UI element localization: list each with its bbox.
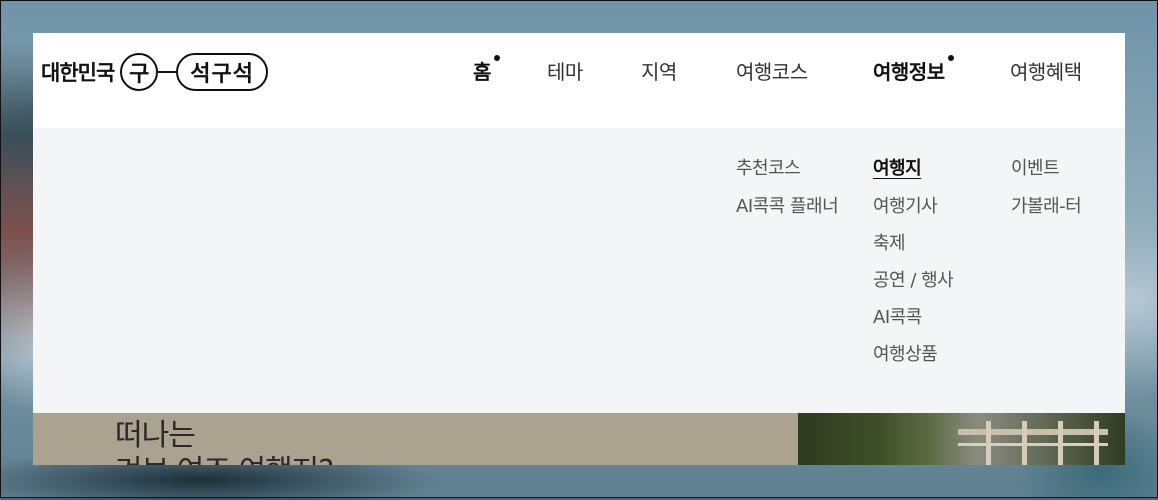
pavilion-post [1022,421,1027,465]
submenu-festival[interactable]: 축제 [873,229,906,255]
pavilion-rail [958,443,1108,446]
logo-pill: 석구석 [176,53,269,91]
site-logo[interactable]: 대한민국 구 석구석 [41,49,269,95]
hero-photo [798,413,1125,465]
pavilion-post [1094,421,1099,465]
submenu-recommended-course[interactable]: 추천코스 [736,154,801,180]
hero-title-line2: 겨보 여즈 여행지? [115,453,334,465]
logo-text: 대한민국 [41,61,115,85]
logo-connector [158,71,177,73]
submenu-gabollaeteo[interactable]: 가볼래-터 [1011,192,1082,218]
submenu-performance-event[interactable]: 공연 / 행사 [873,266,954,292]
submenu-destination[interactable]: 여행지 [873,154,922,180]
nav-travel-benefits-label: 여행혜택 [1010,59,1082,84]
logo-circle: 구 [120,53,159,91]
nav-travel-info-indicator-dot [947,55,954,61]
top-navigation-bar: 대한민국 구 석구석 홈 테마 지역 여행코스 여행정보 여행혜택 [33,33,1125,128]
hero-text-area: 떠나는 겨보 여즈 여행지? [33,413,798,465]
site-panel: 대한민국 구 석구석 홈 테마 지역 여행코스 여행정보 여행혜택 추천코스 A… [33,33,1125,465]
submenu-ai-planner[interactable]: AI콕콕 플래너 [736,192,839,218]
hero-banner[interactable]: 떠나는 겨보 여즈 여행지? [33,413,1125,465]
logo-mark: 구 석구석 [120,53,269,91]
nav-travel-info[interactable]: 여행정보 [873,55,954,85]
pavilion-roof [958,429,1108,435]
submenu-travel-article[interactable]: 여행기사 [873,192,938,218]
nav-theme-label: 테마 [547,59,583,84]
nav-travel-benefits[interactable]: 여행혜택 [1010,55,1082,85]
nav-travel-course-label: 여행코스 [736,59,808,84]
submenu-ai-kokkok[interactable]: AI콕콕 [873,303,922,329]
nav-travel-course[interactable]: 여행코스 [736,55,808,85]
nav-region[interactable]: 지역 [641,55,677,85]
hero-title-line1: 떠나는 [115,418,196,453]
pavilion-post [986,421,991,465]
submenu-travel-product[interactable]: 여행상품 [873,340,938,366]
submenu-event[interactable]: 이벤트 [1011,154,1060,180]
nav-theme[interactable]: 테마 [547,55,583,85]
nav-region-label: 지역 [641,59,677,84]
pavilion-image [958,421,1108,465]
nav-home-indicator-dot [493,55,500,61]
pavilion-post [1058,421,1063,465]
nav-home[interactable]: 홈 [473,55,500,85]
nav-home-label: 홈 [473,59,491,84]
nav-travel-info-label: 여행정보 [873,59,945,84]
